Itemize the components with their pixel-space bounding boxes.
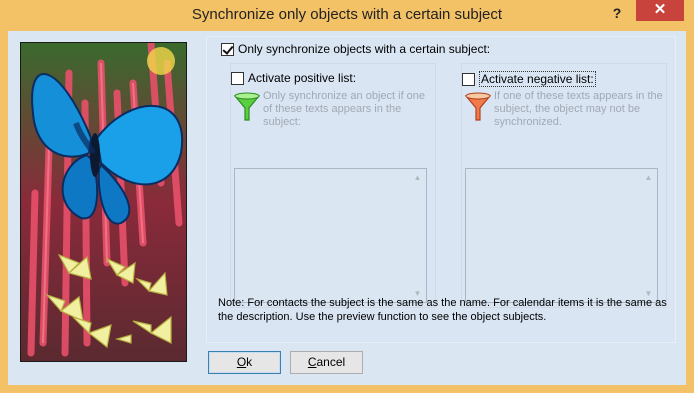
- red-funnel-icon: [464, 92, 492, 121]
- negative-list-description: If one of these texts appears in the sub…: [494, 90, 663, 128]
- positive-list-label: Activate positive list:: [248, 71, 357, 85]
- positive-list-group: Activate positive list: Only synchronize…: [230, 63, 436, 308]
- ok-button[interactable]: Ok: [208, 351, 281, 374]
- positive-list-box[interactable]: ▲ ▼: [234, 168, 427, 303]
- positive-list-description: Only synchronize an object if one of the…: [263, 90, 426, 128]
- title-bar[interactable]: Synchronize only objects with a certain …: [0, 0, 694, 31]
- scroll-up-arrow-icon[interactable]: ▲: [409, 169, 426, 186]
- negative-list-checkbox[interactable]: [462, 72, 475, 86]
- dialog-client-area: Only synchronize objects with a certain …: [8, 31, 686, 385]
- scroll-up-arrow-icon[interactable]: ▲: [640, 169, 657, 186]
- cancel-button[interactable]: Cancel: [290, 351, 363, 374]
- ok-label-rest: k: [246, 355, 253, 369]
- butterfly-picture: [20, 42, 187, 362]
- note-text: Note: For contacts the subject is the sa…: [218, 297, 667, 323]
- negative-list-scrollbar[interactable]: ▲ ▼: [640, 169, 657, 302]
- cancel-label-rest: ancel: [316, 355, 346, 369]
- positive-option-row[interactable]: Activate positive list:: [231, 71, 356, 85]
- positive-list-scrollbar[interactable]: ▲ ▼: [409, 169, 426, 302]
- negative-option-row[interactable]: Activate negative list:: [462, 71, 596, 87]
- main-option-label: Only synchronize objects with a certain …: [238, 42, 491, 56]
- negative-list-group: Activate negative list: If one of these …: [461, 63, 667, 308]
- help-button[interactable]: ?: [603, 3, 631, 23]
- close-button[interactable]: ✕: [636, 0, 684, 21]
- negative-list-label: Activate negative list:: [479, 71, 596, 87]
- ok-mnemonic: O: [236, 355, 247, 369]
- window-title: Synchronize only objects with a certain …: [191, 6, 503, 23]
- negative-list-box[interactable]: ▲ ▼: [465, 168, 658, 303]
- dialog-window: Synchronize only objects with a certain …: [0, 0, 694, 393]
- green-funnel-icon: [233, 92, 261, 121]
- main-option-row[interactable]: Only synchronize objects with a certain …: [221, 42, 490, 56]
- positive-list-checkbox[interactable]: [231, 71, 244, 85]
- main-option-checkbox[interactable]: [221, 42, 234, 56]
